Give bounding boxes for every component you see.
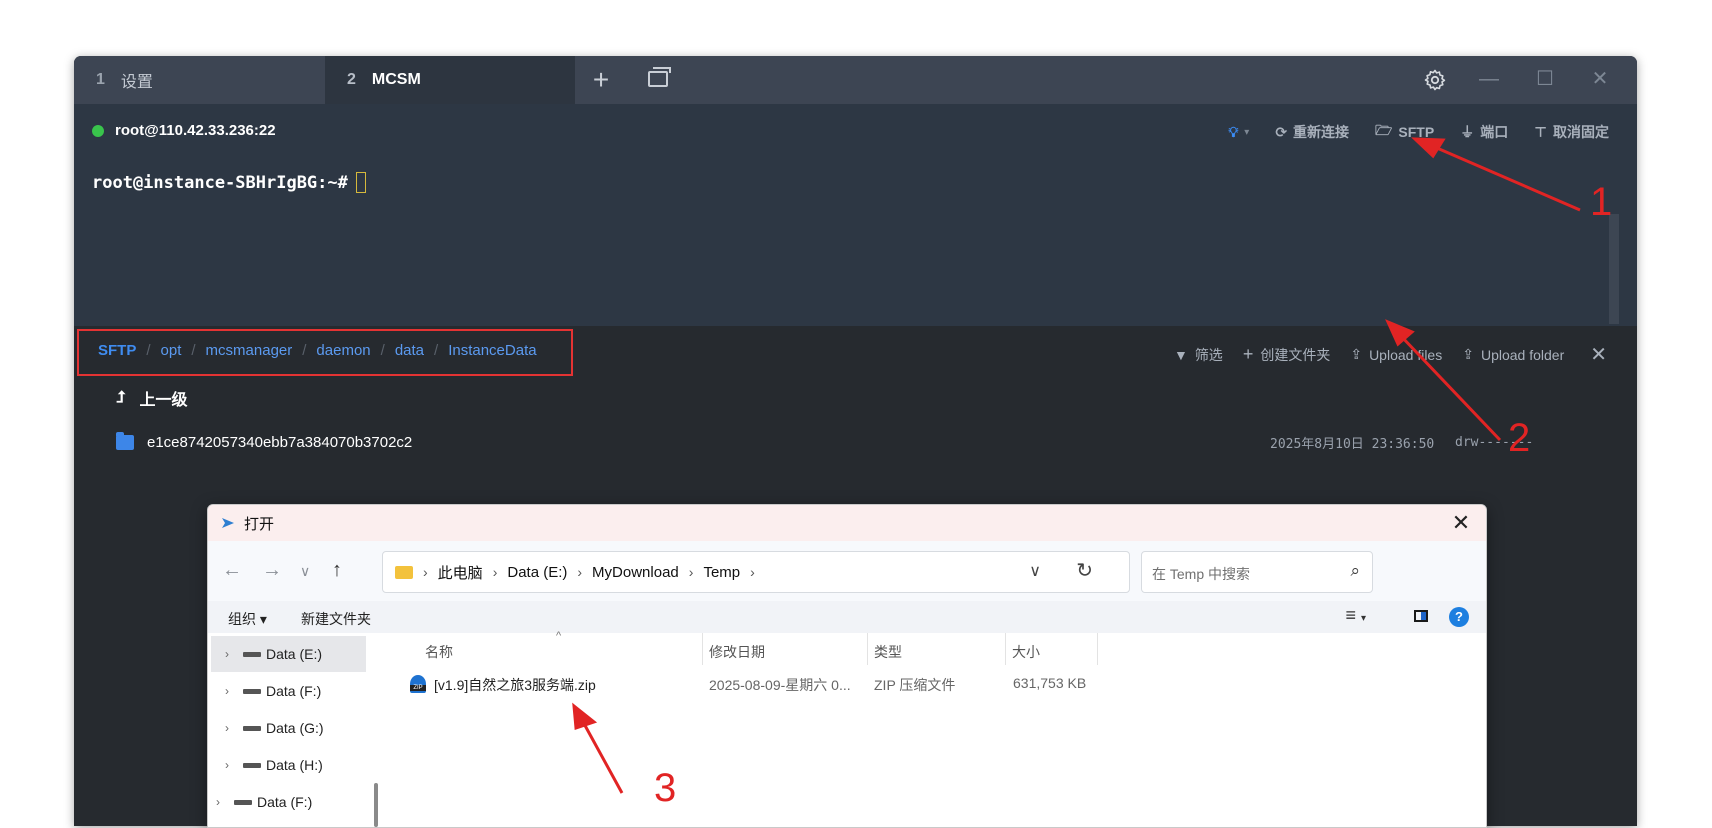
annotation-arrows bbox=[572, 137, 1581, 794]
annotation-arrow-2 bbox=[1398, 333, 1502, 442]
annotation-arrowhead-2 bbox=[1385, 319, 1415, 347]
annotation-arrow-3 bbox=[580, 719, 624, 794]
annotation-arrowhead-3 bbox=[572, 702, 598, 731]
annotation-arrowhead-1 bbox=[1411, 137, 1446, 159]
annotation-label-1: 1 bbox=[1590, 180, 1613, 224]
annotation-arrow-1 bbox=[1429, 143, 1581, 212]
annotation-label-2: 2 bbox=[1508, 416, 1531, 460]
annotation-label-3: 3 bbox=[654, 766, 677, 810]
